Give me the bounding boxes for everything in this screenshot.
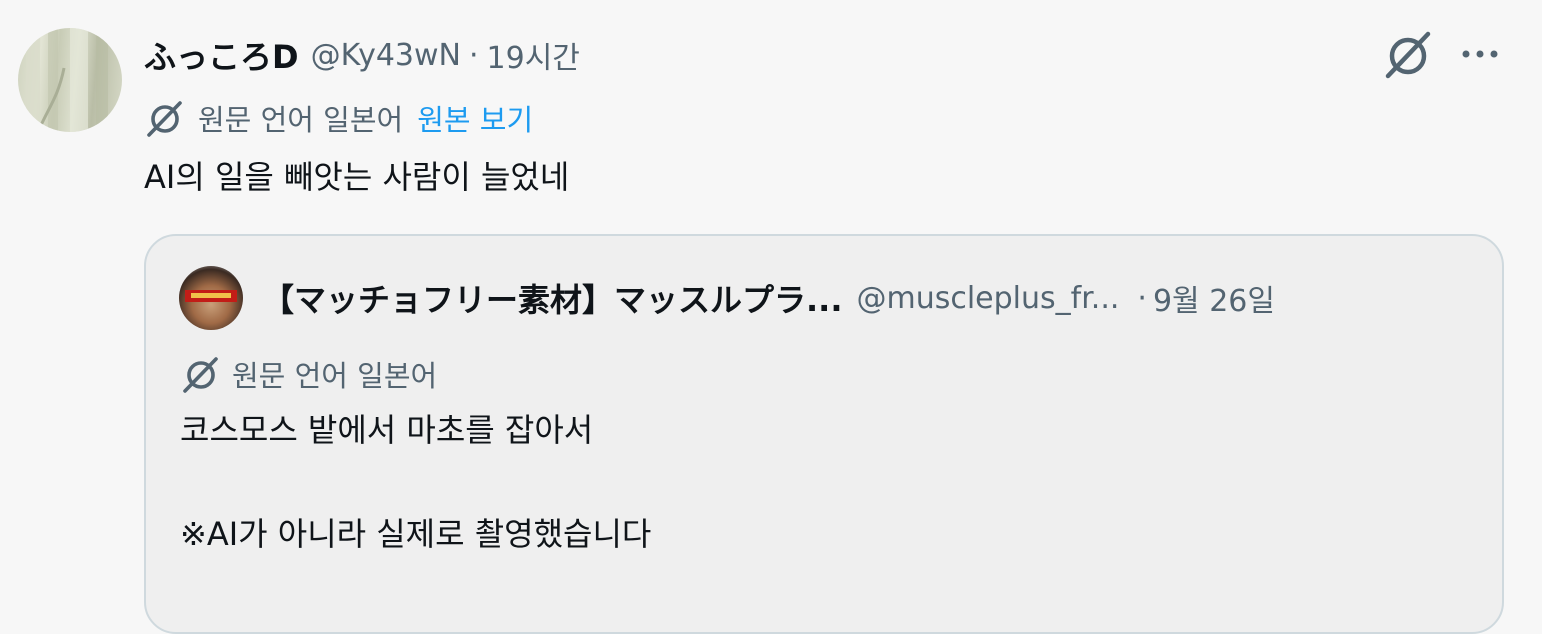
quoted-author-avatar[interactable] [179, 266, 243, 330]
quoted-translation-source-label: 원문 언어 일본어 [232, 359, 438, 393]
quoted-author-handle[interactable]: @muscleplus_fr... [856, 281, 1119, 316]
quoted-text-gap [180, 456, 651, 508]
grok-icon [1385, 31, 1431, 79]
translate-icon [147, 101, 182, 137]
quoted-tweet-header: 【マッチョフリー素材】マッスルプラ... @muscleplus_fr... ·… [262, 274, 1275, 322]
quoted-text-line: ※AI가 아니라 실제로 촬영했습니다 [180, 515, 652, 553]
tweet[interactable]: ふっころD @Ky43wN · 19시간 원문 언어 일본어 원본 보기 AI의… [0, 0, 1542, 634]
author-display-name[interactable]: ふっころD [144, 32, 299, 78]
tweet-header: ふっころD @Ky43wN · 19시간 [144, 30, 580, 80]
translate-icon [183, 357, 218, 393]
quoted-tweet[interactable]: 【マッチョフリー素材】マッスルプラ... @muscleplus_fr... ·… [144, 234, 1504, 634]
translation-notice: 원문 언어 일본어 원본 보기 [144, 96, 533, 140]
more-icon [1462, 50, 1498, 58]
avatar-band-stripe [191, 293, 231, 298]
grok-button[interactable] [1382, 28, 1434, 80]
quoted-text-line: 코스모스 밭에서 마초를 잡아서 [180, 411, 594, 449]
author-handle[interactable]: @Ky43wN [311, 38, 461, 73]
quoted-author-display-name[interactable]: 【マッチョフリー素材】マッスルプラ... [262, 275, 842, 321]
show-original-link[interactable]: 원본 보기 [417, 97, 533, 139]
quoted-header-separator: · [1137, 280, 1147, 316]
quoted-tweet-text: 코스모스 밭에서 마초를 잡아서 ※AI가 아니라 실제로 촬영했습니다 [180, 404, 651, 560]
header-separator: · [468, 37, 479, 73]
quoted-tweet-timestamp[interactable]: 9월 26일 [1153, 276, 1275, 320]
more-options-button[interactable] [1456, 30, 1504, 78]
quoted-translation-notice: 원문 언어 일본어 [180, 352, 437, 396]
author-avatar[interactable] [18, 28, 122, 132]
tweet-text: AI의 일을 빼앗는 사람이 늘었네 [144, 158, 570, 196]
tweet-timestamp[interactable]: 19시간 [487, 33, 580, 77]
translation-source-label: 원문 언어 일본어 [198, 103, 404, 137]
